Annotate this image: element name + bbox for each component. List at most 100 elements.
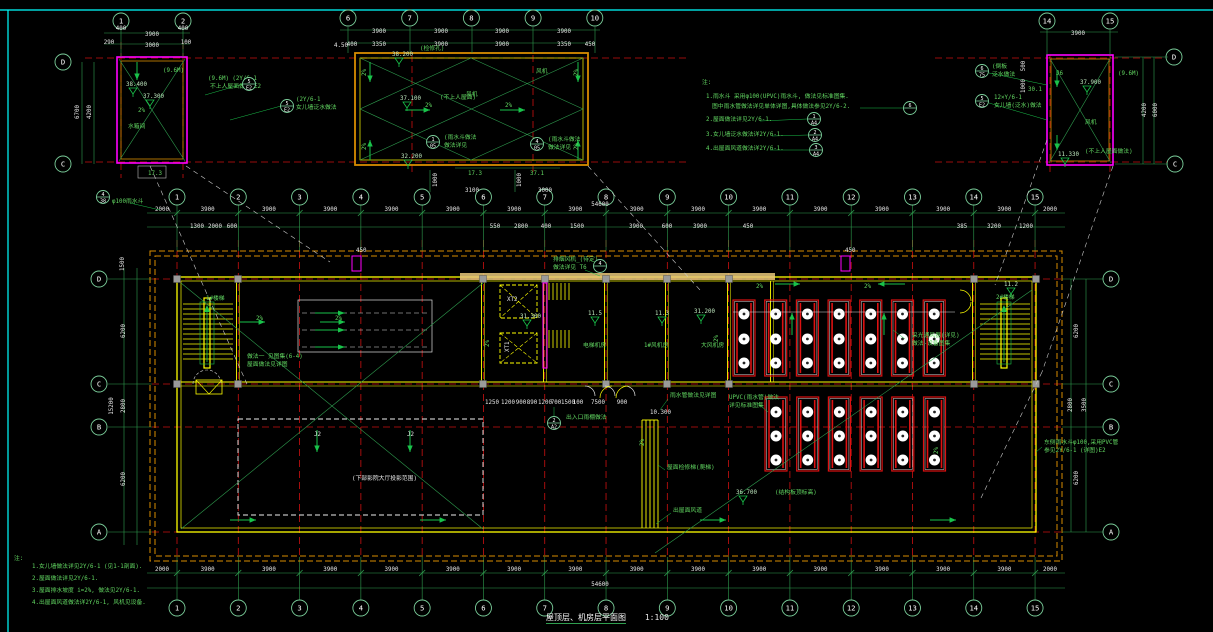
annotation-text: 1000 (433, 173, 439, 187)
annotation-text: 3900 (997, 207, 1011, 213)
annotation-text: 1000 (1021, 79, 1027, 93)
grid-bubble-label: 11 (786, 604, 795, 613)
grid-bubble-label: 10 (724, 193, 733, 202)
grid-bubble-label: 12 (847, 604, 856, 613)
callout-number: 3 (814, 145, 817, 151)
annotation-text: XT2 (507, 297, 517, 303)
annotation-text: 4200 (1142, 103, 1148, 117)
annotation-text: 出屋面风道 (673, 506, 702, 514)
callout-sheet: 38 (100, 198, 106, 204)
annotation-text: 3900 (434, 29, 448, 35)
annotation-text: 1#风机房 (644, 341, 669, 349)
annotation-text: 15200 (109, 397, 115, 415)
grid-bubble-label: 15 (1031, 193, 1040, 202)
grid-bubble-label: 10 (590, 14, 599, 23)
annotation-text: 2% (714, 335, 720, 342)
annotation-text: 600 (227, 224, 238, 230)
annotation-text: 出入口雨棚做法 (566, 413, 607, 421)
annotation-text: (检修孔) (420, 44, 444, 52)
annotation-text: 3900 (997, 567, 1011, 573)
annotation-text: 3900 (446, 567, 460, 573)
annotation-text: 3000 (145, 43, 159, 49)
callout-sheet: E2 (979, 102, 985, 108)
annotation-text: 550 (490, 224, 501, 230)
annotation-text: 10.300 (650, 410, 671, 416)
grid-bubble-label: 7 (408, 14, 412, 23)
grid-bubble-label: D (97, 275, 101, 284)
annotation-text: 3900 (752, 207, 766, 213)
annotation-text: 做法-设备图集 (912, 339, 950, 347)
annotation-text: 1.女儿墙做法详见2Y/6-1 (见1-1剖面). (32, 562, 142, 570)
annotation-text: 54600 (591, 202, 609, 208)
grid-bubble-label: 9 (531, 14, 535, 23)
grid-bubble-label: A (1109, 528, 1114, 537)
annotation-text: 做法一 见图集(6-4) (247, 352, 303, 360)
annotation-text: 30.1 (1028, 87, 1042, 93)
annotation-text: 雨水管做法见详图 (670, 391, 717, 399)
cad-viewport[interactable]: 1122334455667788991010111112121313141415… (0, 0, 1213, 632)
annotation-text: 1000 (517, 173, 523, 187)
annotation-text: 3900 (495, 29, 509, 35)
grid-bubble-label: A (97, 528, 102, 537)
annotation-text: 6000 (1153, 103, 1159, 117)
grid-bubble-label: 10 (724, 604, 733, 613)
annotation-text: 3900 (693, 224, 707, 230)
annotation-text: (2Y/6-1 (296, 97, 321, 103)
annotation-text: 电梯机房 (583, 341, 606, 349)
annotation-text: 2% (756, 284, 763, 290)
annotation-text: 东侧雨水斗φ100,采用PVC管 (1044, 438, 1118, 446)
grid-bubble-label: 3 (297, 193, 301, 202)
page-title: 屋顶层、机房层平面图 (546, 613, 626, 624)
skylight-band (298, 300, 432, 352)
elevation-value: 37.300 (143, 94, 164, 100)
annotation-text: 900 (516, 400, 527, 406)
annotation-text: 风机 (466, 90, 478, 98)
annotation-text: (9.6M) (1118, 71, 1139, 77)
annotation-text: 3900 (262, 207, 276, 213)
annotation-text: 2% (138, 108, 145, 114)
grid-bubble-label: B (1109, 423, 1113, 432)
annotation-text: 3000 (538, 188, 552, 194)
grid-bubble-label: 3 (297, 604, 301, 613)
callout-number: 5 (247, 79, 250, 85)
grid-bubble-label: 6 (481, 604, 485, 613)
annotation-text: 3900 (814, 567, 828, 573)
annotation-text: (下部影院大厅投影范围) (352, 474, 417, 482)
annotation-text: 2% (335, 316, 342, 322)
annotation-text: 4.出屋面风道做法详2Y/6-1. (706, 144, 784, 152)
grid-bubble-label: 4 (359, 604, 363, 613)
annotation-text: (9.6M) (163, 68, 184, 74)
annotation-text: 400 (347, 42, 358, 48)
grid-bubble-label: 12 (847, 193, 856, 202)
stair-left (183, 298, 233, 394)
annotation-text: 3350 (557, 42, 571, 48)
grid-bubble-label: 8 (469, 14, 473, 23)
roof-units-lower (765, 397, 946, 471)
annotation-text: 2% (362, 69, 368, 76)
annotation-text: 女儿墙泛水做法 (296, 103, 337, 111)
annotation-text: 3900 (814, 207, 828, 213)
grid-bubble-label: 2 (236, 604, 240, 613)
annotation-text: 3900 (752, 567, 766, 573)
grid-bubble-label: C (97, 380, 101, 389)
annotation-text: 屋面做法见详图 (247, 360, 288, 368)
annotation-text: J2 (407, 432, 414, 438)
annotation-text: 2#楼梯 (996, 293, 1015, 301)
annotation-text: 3900 (936, 207, 950, 213)
annotation-text: 2000 (1043, 567, 1057, 573)
callout-sheet: E2 (246, 85, 252, 91)
annotation-text: 100 (181, 40, 192, 46)
callout-number: 1 (431, 137, 434, 143)
annotation-text: 1#楼梯 (206, 294, 225, 302)
annotation-text: UPVC(雨水管)做法 (729, 393, 779, 401)
annotation-text: 3900 (691, 567, 705, 573)
annotation-text: 1300 (190, 224, 204, 230)
annotation-text: 450 (743, 224, 754, 230)
elevation-value: 36.700 (736, 490, 757, 496)
grid-bubble-label: 14 (1043, 17, 1052, 26)
annotation-text: 3100 (465, 188, 479, 194)
grid-bubble-label: 8 (604, 193, 608, 202)
grid-bubble-label: 4 (359, 193, 363, 202)
callout-sheet: E2 (284, 107, 290, 113)
callout-number: 6 (980, 66, 983, 72)
